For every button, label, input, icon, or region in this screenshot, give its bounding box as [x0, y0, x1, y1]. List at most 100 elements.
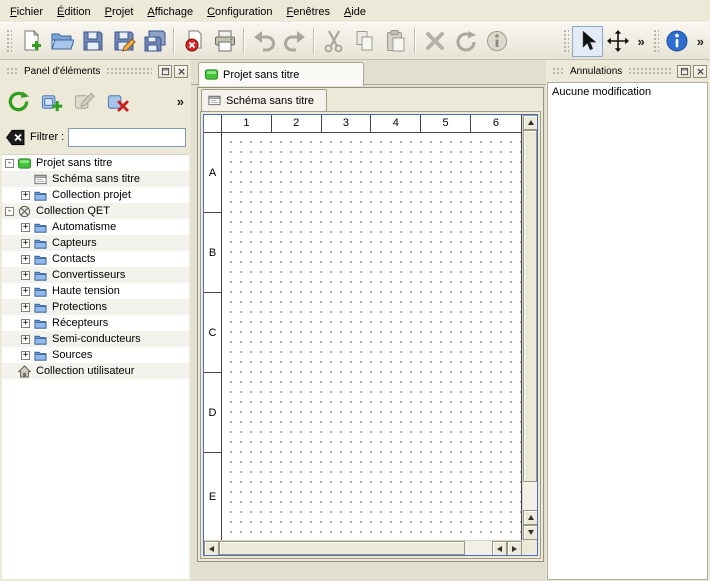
close-file-button[interactable]	[178, 26, 209, 57]
scroll-left-button[interactable]	[204, 541, 219, 556]
undo-list[interactable]: Aucune modification	[547, 82, 708, 580]
tree-item-label: Protections	[52, 301, 107, 313]
horizontal-scrollbar[interactable]	[204, 540, 522, 555]
close-dock-button[interactable]	[693, 65, 707, 78]
arrow-left-icon	[209, 546, 214, 552]
vertical-scroll-track[interactable]	[523, 130, 537, 510]
menu-aide[interactable]: Aide	[337, 2, 373, 21]
selection-mode-button[interactable]	[572, 26, 603, 57]
save-as-button[interactable]	[108, 26, 139, 57]
reload-collections-button[interactable]	[3, 86, 33, 116]
toolbar-separator	[243, 28, 245, 54]
tree-item-project[interactable]: - Projet sans titre	[2, 155, 189, 171]
toolbar-drag-handle[interactable]	[5, 28, 12, 54]
expander-icon[interactable]: +	[21, 303, 30, 312]
save-all-button[interactable]	[139, 26, 170, 57]
vertical-scrollbar[interactable]	[522, 115, 537, 540]
float-window-icon	[680, 67, 689, 76]
schema-grid[interactable]	[222, 133, 521, 540]
tree-item-convertisseurs[interactable]: + Convertisseurs	[2, 267, 189, 283]
toolbar-overflow-icon[interactable]: »	[634, 34, 649, 49]
scroll-right-button[interactable]	[507, 541, 522, 556]
expander-icon[interactable]: +	[21, 287, 30, 296]
tree-item-collection-projet[interactable]: + Collection projet	[2, 187, 189, 203]
expander-icon[interactable]: -	[5, 207, 14, 216]
expander-icon[interactable]: +	[21, 335, 30, 344]
menu-fichier[interactable]: Fichier	[3, 2, 50, 21]
project-tab-label: Projet sans titre	[223, 69, 299, 81]
delete-button[interactable]	[419, 26, 450, 57]
tree-item-sources[interactable]: + Sources	[2, 347, 189, 363]
tree-item-collection-utilisateur[interactable]: Collection utilisateur	[2, 363, 189, 379]
tab-projet-sans-titre[interactable]: Projet sans titre	[198, 62, 364, 86]
expander-icon[interactable]: +	[21, 223, 30, 232]
new-element-icon	[40, 90, 63, 113]
copy-button[interactable]	[349, 26, 380, 57]
expander-icon[interactable]: +	[21, 239, 30, 248]
delete-element-button[interactable]	[102, 86, 132, 116]
expander-icon[interactable]: +	[21, 351, 30, 360]
tree-item-automatisme[interactable]: + Automatisme	[2, 219, 189, 235]
arrow-up-icon	[528, 120, 534, 125]
rotate-button[interactable]	[450, 26, 481, 57]
paste-button[interactable]	[380, 26, 411, 57]
about-button[interactable]	[662, 26, 693, 57]
menu-fenetres[interactable]: Fenêtres	[280, 2, 337, 21]
expander-icon[interactable]: +	[21, 271, 30, 280]
edit-element-button[interactable]	[69, 86, 99, 116]
horizontal-scroll-track[interactable]	[219, 541, 492, 555]
scroll-left-button[interactable]	[492, 541, 507, 556]
scroll-up-button[interactable]	[523, 115, 538, 130]
horizontal-scroll-thumb[interactable]	[219, 541, 465, 555]
tree-item-capteurs[interactable]: + Capteurs	[2, 235, 189, 251]
float-dock-button[interactable]	[677, 65, 691, 78]
conductor-info-button[interactable]	[481, 26, 512, 57]
toolbar-overflow-icon[interactable]: »	[693, 34, 708, 49]
tree-item-contacts[interactable]: + Contacts	[2, 251, 189, 267]
new-element-button[interactable]	[36, 86, 66, 116]
scroll-up-button[interactable]	[523, 510, 538, 525]
menu-affichage[interactable]: Affichage	[140, 2, 200, 21]
tree-item-protections[interactable]: + Protections	[2, 299, 189, 315]
new-file-button[interactable]	[15, 26, 46, 57]
elements-panel-titlebar[interactable]: Panel d'éléments	[2, 64, 188, 79]
project-tabbar: Projet sans titre	[191, 60, 546, 85]
menu-configuration[interactable]: Configuration	[200, 2, 279, 21]
filter-input[interactable]	[68, 128, 186, 147]
filter-label: Filtrer :	[30, 131, 64, 143]
save-button[interactable]	[77, 26, 108, 57]
tab-schema-sans-titre[interactable]: Schéma sans titre	[201, 89, 327, 111]
menu-projet[interactable]: Projet	[98, 2, 141, 21]
pan-mode-button[interactable]	[603, 26, 634, 57]
tree-item-schema[interactable]: Schéma sans titre	[2, 171, 189, 187]
panel-toolbar-overflow-icon[interactable]: »	[173, 94, 188, 109]
tree-item-collection-qet[interactable]: - Collection QET	[2, 203, 189, 219]
print-button[interactable]	[209, 26, 240, 57]
open-file-button[interactable]	[46, 26, 77, 57]
elements-panel-title: Panel d'éléments	[22, 66, 102, 77]
folder-icon	[34, 237, 48, 250]
clear-filter-button[interactable]	[4, 128, 26, 146]
toolbar-drag-handle[interactable]	[562, 28, 569, 54]
toolbar-drag-handle[interactable]	[652, 28, 659, 54]
schema-view[interactable]: 1 2 3 4 5 6 A B C D	[203, 114, 538, 556]
close-dock-button[interactable]	[174, 65, 188, 78]
expander-icon[interactable]: +	[21, 255, 30, 264]
folder-icon	[34, 253, 48, 266]
undo-button[interactable]	[248, 26, 279, 57]
redo-button[interactable]	[279, 26, 310, 57]
cut-button[interactable]	[318, 26, 349, 57]
float-dock-button[interactable]	[158, 65, 172, 78]
expander-icon[interactable]: +	[21, 319, 30, 328]
expander-icon[interactable]: -	[5, 159, 14, 168]
filter-row: Filtrer :	[4, 126, 186, 148]
tree-item-semi-conducteurs[interactable]: + Semi-conducteurs	[2, 331, 189, 347]
scroll-down-button[interactable]	[523, 525, 538, 540]
menu-edition[interactable]: Édition	[50, 2, 98, 21]
tree-item-recepteurs[interactable]: + Récepteurs	[2, 315, 189, 331]
vertical-scroll-thumb[interactable]	[523, 130, 537, 482]
undo-dock-titlebar[interactable]: Annulations	[548, 64, 707, 79]
tree-item-label: Schéma sans titre	[52, 173, 140, 185]
tree-item-haute-tension[interactable]: + Haute tension	[2, 283, 189, 299]
expander-icon[interactable]: +	[21, 191, 30, 200]
